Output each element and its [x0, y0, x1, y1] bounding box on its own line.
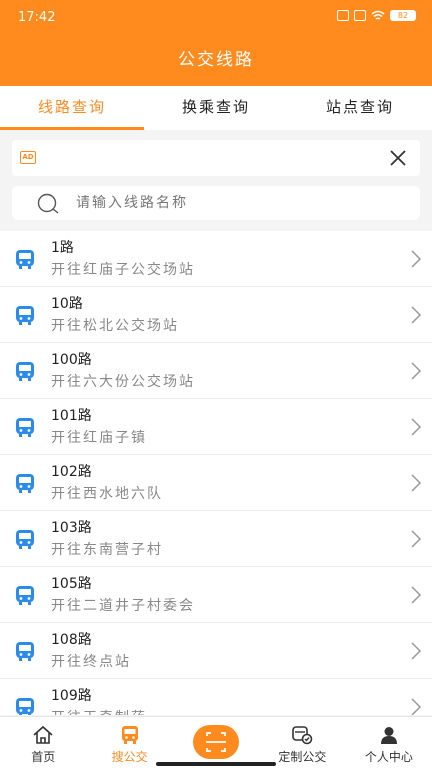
bus-icon: [16, 250, 34, 269]
close-icon[interactable]: [386, 146, 410, 170]
bus-icon: [16, 530, 34, 549]
bottom-nav: 首页 搜公交 定制公交 个人中心: [0, 716, 432, 768]
bus-icon: [16, 586, 34, 605]
chevron-right-icon: [411, 530, 422, 548]
chevron-right-icon: [411, 698, 422, 715]
nav-scan[interactable]: [173, 717, 259, 768]
ad-banner[interactable]: AD: [12, 140, 420, 176]
route-name: 100路: [51, 352, 92, 368]
battery-icon: 82: [390, 10, 416, 21]
status-icons: 82: [337, 10, 416, 21]
list-item[interactable]: 108路 开往终点站: [0, 623, 432, 679]
bus-icon: [16, 698, 34, 715]
page-title: 公交线路: [0, 36, 432, 86]
list-item[interactable]: 109路 开往天奇制药: [0, 679, 432, 715]
scan-icon: [206, 732, 227, 752]
route-name: 109路: [51, 688, 92, 704]
status-bar: 17:42 82: [0, 0, 432, 36]
nav-search-bus[interactable]: 搜公交: [86, 717, 172, 768]
chevron-right-icon: [411, 250, 422, 268]
bus-icon: [16, 474, 34, 493]
route-destination: 开往二道井子村委会: [51, 598, 195, 614]
search-box[interactable]: [12, 186, 420, 220]
chevron-right-icon: [411, 306, 422, 324]
nav-label: 首页: [31, 750, 56, 764]
route-name: 105路: [51, 576, 92, 592]
status-time: 17:42: [18, 10, 56, 25]
tab-bar: 线路查询 换乘查询 站点查询: [0, 86, 432, 130]
route-destination: 开往东南营子村: [51, 542, 163, 558]
route-name: 101路: [51, 408, 92, 424]
route-destination: 开往松北公交场站: [51, 318, 179, 334]
chevron-right-icon: [411, 418, 422, 436]
route-destination: 开往天奇制药: [51, 707, 147, 715]
bus-icon: [16, 362, 34, 381]
ad-badge: AD: [20, 151, 36, 164]
bus-icon: [121, 726, 138, 744]
tab-stop-query[interactable]: 站点查询: [288, 86, 432, 130]
nav-custom-bus[interactable]: 定制公交: [259, 717, 345, 768]
nav-label: 个人中心: [364, 750, 413, 764]
list-item[interactable]: 105路 开往二道井子村委会: [0, 567, 432, 623]
chevron-right-icon: [411, 586, 422, 604]
vibrate-icon: [337, 10, 349, 21]
route-name: 103路: [51, 520, 92, 536]
bus-icon: [16, 418, 34, 437]
route-name: 10路: [51, 296, 83, 312]
route-name: 108路: [51, 632, 92, 648]
list-item[interactable]: 10路 开往松北公交场站: [0, 287, 432, 343]
user-icon: [380, 727, 397, 744]
route-name: 1路: [51, 240, 74, 256]
list-item[interactable]: 101路 开往红庙子镇: [0, 399, 432, 455]
route-destination: 开往红庙子镇: [51, 430, 147, 446]
list-item[interactable]: 100路 开往六大份公交场站: [0, 343, 432, 399]
chevron-right-icon: [411, 474, 422, 492]
route-search-input[interactable]: [76, 186, 406, 220]
tab-transfer-query[interactable]: 换乘查询: [144, 86, 288, 130]
tab-route-query[interactable]: 线路查询: [0, 86, 144, 130]
chevron-right-icon: [411, 362, 422, 380]
route-destination: 开往终点站: [51, 654, 131, 670]
bus-icon: [16, 306, 34, 325]
search-icon: [37, 193, 59, 214]
scan-button[interactable]: [193, 725, 240, 759]
nav-profile[interactable]: 个人中心: [346, 717, 432, 768]
chevron-right-icon: [411, 642, 422, 660]
home-icon: [33, 725, 53, 744]
sim-icon: [354, 10, 366, 21]
route-list: 1路 开往红庙子公交场站 10路 开往松北公交场站 100路 开往六大份公交场站…: [0, 231, 432, 715]
list-item[interactable]: 103路 开往东南营子村: [0, 511, 432, 567]
route-destination: 开往红庙子公交场站: [51, 262, 195, 278]
route-name: 102路: [51, 464, 92, 480]
home-indicator: [156, 762, 276, 766]
route-destination: 开往六大份公交场站: [51, 374, 195, 390]
list-item[interactable]: 102路 开往西水地六队: [0, 455, 432, 511]
custom-bus-icon: [292, 726, 313, 745]
nav-home[interactable]: 首页: [0, 717, 86, 768]
bus-icon: [16, 642, 34, 661]
route-destination: 开往西水地六队: [51, 486, 163, 502]
wifi-icon: [371, 10, 385, 20]
list-item[interactable]: 1路 开往红庙子公交场站: [0, 231, 432, 287]
